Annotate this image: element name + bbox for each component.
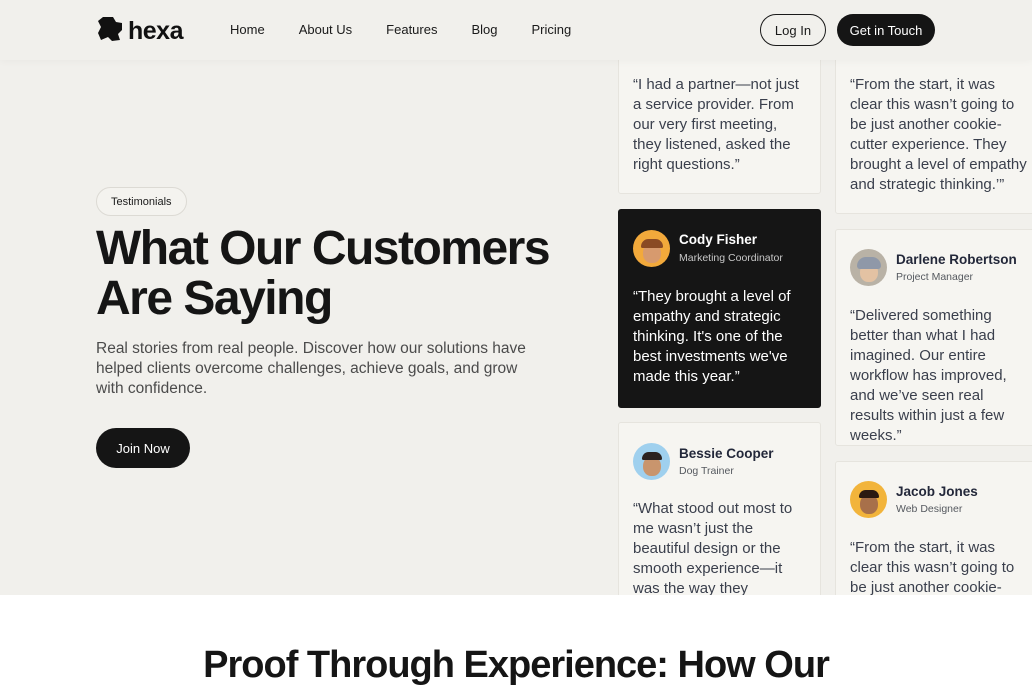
testimonial-card: “From the start, it was clear this wasn’… <box>835 38 1032 214</box>
section-title: Proof Through Experience: How Our <box>203 644 830 686</box>
author-role: Web Designer <box>896 502 963 515</box>
avatar <box>850 249 887 286</box>
testimonial-author: Darlene Robertson Project Manager <box>850 249 1030 286</box>
author-role: Dog Trainer <box>679 464 734 477</box>
avatar <box>850 481 887 518</box>
testimonial-quote: “What stood out most to me wasn’t just t… <box>633 500 793 595</box>
hero-description: Real stories from real people. Discover … <box>96 340 526 397</box>
testimonial-author: Bessie Cooper Dog Trainer <box>633 443 806 480</box>
join-now-button[interactable]: Join Now <box>96 428 190 468</box>
testimonial-quote: “They brought a level of empathy and str… <box>633 288 791 385</box>
author-role: Marketing Coordinator <box>679 252 783 264</box>
testimonial-card: Darlene Robertson Project Manager “Deliv… <box>835 229 1032 446</box>
testimonial-quote: “I had a partner—not just a service prov… <box>633 76 799 173</box>
nav-blog[interactable]: Blog <box>471 22 497 37</box>
author-name: Darlene Robertson <box>896 251 1017 267</box>
get-in-touch-button[interactable]: Get in Touch <box>837 14 935 46</box>
nav-home[interactable]: Home <box>230 22 265 37</box>
author-name: Bessie Cooper <box>679 445 774 461</box>
hexa-logo-icon <box>96 15 124 48</box>
logo-text: hexa <box>128 17 183 45</box>
hero-section: hexa Home About Us Features Blog Pricing… <box>0 0 1032 595</box>
top-nav: hexa Home About Us Features Blog Pricing… <box>0 0 1032 60</box>
testimonial-card: Jacob Jones Web Designer “From the start… <box>835 461 1032 595</box>
author-name: Jacob Jones <box>896 483 978 499</box>
nav-about-us[interactable]: About Us <box>299 22 352 37</box>
headline-line-2: Are Saying <box>96 272 333 325</box>
author-role: Project Manager <box>896 270 974 283</box>
testimonial-quote: “From the start, it was clear this wasn’… <box>850 76 1027 193</box>
testimonial-quote: “From the start, it was clear this wasn’… <box>850 539 1015 595</box>
author-name: Cody Fisher <box>679 232 758 247</box>
testimonial-author: Cody Fisher Marketing Coordinator <box>633 230 806 267</box>
main-menu: Home About Us Features Blog Pricing <box>230 22 605 37</box>
logo[interactable]: hexa <box>96 15 183 48</box>
testimonial-author: Jacob Jones Web Designer <box>850 481 1030 518</box>
testimonial-card: “I had a partner—not just a service prov… <box>618 38 821 194</box>
nav-features[interactable]: Features <box>386 22 437 37</box>
nav-pricing[interactable]: Pricing <box>532 22 572 37</box>
testimonial-card-featured: Cody Fisher Marketing Coordinator “They … <box>618 209 821 408</box>
page-title: What Our Customers Are Saying <box>96 224 566 324</box>
headline-line-1: What Our Customers <box>96 222 551 275</box>
avatar <box>633 230 670 267</box>
section-pill: Testimonials <box>96 187 187 216</box>
testimonial-card: Bessie Cooper Dog Trainer “What stood ou… <box>618 422 821 595</box>
avatar <box>633 443 670 480</box>
login-button[interactable]: Log In <box>760 14 826 46</box>
testimonial-quote: “Delivered something better than what I … <box>850 307 1007 444</box>
